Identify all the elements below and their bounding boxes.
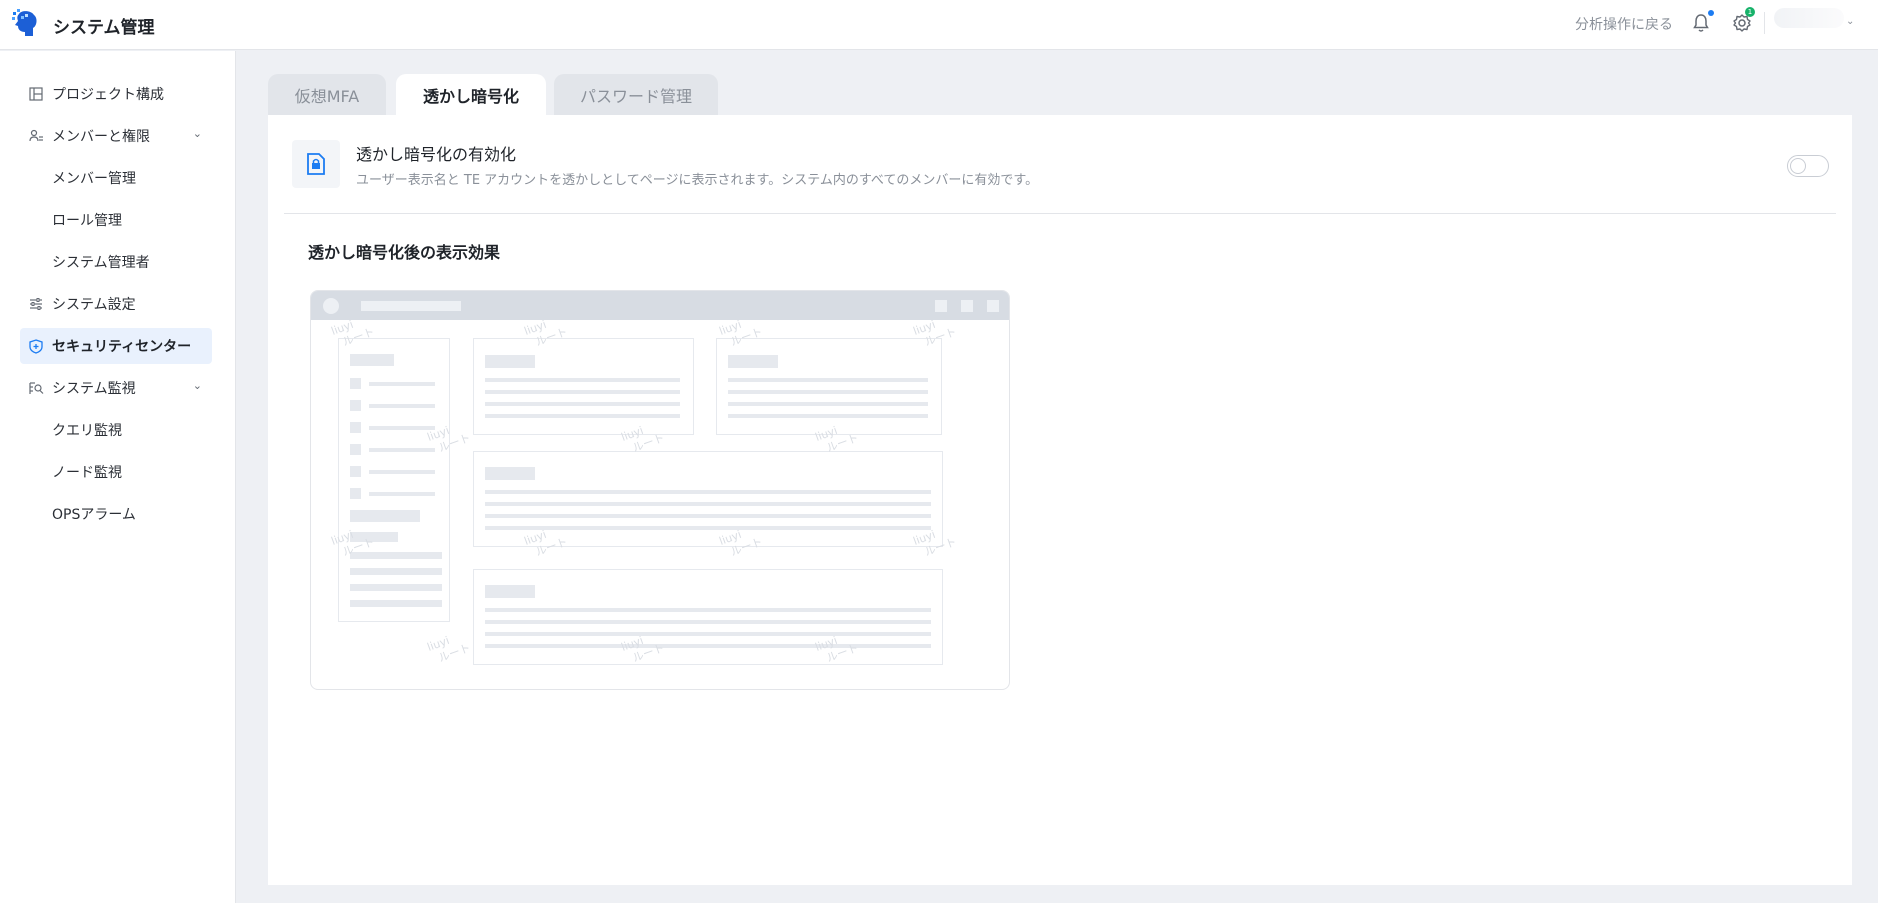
tab-label: 透かし暗号化 xyxy=(422,87,519,106)
sidebar-item-label: システム設定 xyxy=(52,297,136,313)
sidebar-item-label: OPSアラーム xyxy=(52,507,136,523)
layout-icon xyxy=(28,86,44,102)
sidebar: プロジェクト構成 メンバーと権限 ⌄ メンバー管理 ロール管理 システム管理者 … xyxy=(0,51,236,903)
sidebar-item-label: プロジェクト構成 xyxy=(52,87,164,103)
watermark-enable-toggle[interactable] xyxy=(1787,155,1829,177)
sidebar-item-label: ノード監視 xyxy=(52,465,122,481)
settings-badge: 1 xyxy=(1745,7,1755,17)
chevron-down-icon[interactable]: ⌄ xyxy=(193,127,202,140)
monitor-search-icon xyxy=(28,380,44,396)
preview-section-title: 透かし暗号化後の表示効果 xyxy=(308,243,501,262)
sidebar-item-label: メンバー管理 xyxy=(52,171,136,187)
preview-card-mock xyxy=(473,338,694,435)
tab-watermark-encryption[interactable]: 透かし暗号化 xyxy=(396,74,546,116)
sidebar-item-role-management[interactable]: ロール管理 xyxy=(20,202,212,238)
sidebar-item-label: ロール管理 xyxy=(52,213,122,229)
sidebar-item-system-admins[interactable]: システム管理者 xyxy=(20,244,212,280)
chevron-down-icon[interactable]: ⌄ xyxy=(1846,16,1854,27)
top-header: システム管理 分析操作に戻る 1 ⌄ xyxy=(0,0,1878,50)
back-to-analysis-link[interactable]: 分析操作に戻る xyxy=(1575,14,1673,34)
tab-virtual-mfa[interactable]: 仮想MFA xyxy=(268,74,386,116)
preview-card-mock xyxy=(716,338,942,435)
sidebar-item-label: システム監視 xyxy=(52,381,136,397)
sidebar-item-system-settings[interactable]: システム設定 xyxy=(20,286,212,322)
sidebar-item-ops-alarm[interactable]: OPSアラーム xyxy=(20,496,212,532)
preview-urlbar xyxy=(361,301,461,311)
header-divider xyxy=(1764,12,1765,34)
sidebar-item-label: システム管理者 xyxy=(52,255,150,271)
watermark-enable-title: 透かし暗号化の有効化 xyxy=(356,145,517,164)
toggle-knob xyxy=(1790,158,1806,174)
sidebar-item-query-monitoring[interactable]: クエリ監視 xyxy=(20,412,212,448)
sidebar-item-system-monitoring[interactable]: システム監視 ⌄ xyxy=(20,370,212,406)
preview-window-bar xyxy=(311,291,1009,320)
users-icon xyxy=(28,128,44,144)
preview-card-mock xyxy=(473,569,943,665)
preview-dot xyxy=(323,298,339,314)
shield-icon xyxy=(28,338,44,354)
sidebar-item-node-monitoring[interactable]: ノード監視 xyxy=(20,454,212,490)
sidebar-item-member-management[interactable]: メンバー管理 xyxy=(20,160,212,196)
preview-window-button xyxy=(987,300,999,312)
sidebar-item-members-permissions[interactable]: メンバーと権限 ⌄ xyxy=(20,118,212,154)
content-card: 透かし暗号化の有効化 ユーザー表示名と TE アカウントを透かしとしてページに表… xyxy=(268,115,1852,885)
app-title: システム管理 xyxy=(53,18,155,38)
section-divider xyxy=(284,213,1836,214)
sliders-icon xyxy=(28,296,44,312)
lock-document-icon xyxy=(292,140,340,188)
tab-label: パスワード管理 xyxy=(579,87,692,106)
preview-window-button xyxy=(935,300,947,312)
sidebar-item-project-config[interactable]: プロジェクト構成 xyxy=(20,76,212,112)
sidebar-item-label: セキュリティセンター xyxy=(52,339,192,355)
watermark-text: liuyi ルート xyxy=(425,633,473,665)
watermark-preview-image: liuyi ルート liuyi ルート liuyi ルート liuyi ルート … xyxy=(310,290,1010,690)
user-avatar[interactable] xyxy=(1774,8,1844,28)
notification-dot xyxy=(1708,10,1714,16)
chevron-down-icon[interactable]: ⌄ xyxy=(193,379,202,392)
tab-label: 仮想MFA xyxy=(294,87,360,106)
preview-sidebar-mock xyxy=(338,338,450,622)
sidebar-item-label: クエリ監視 xyxy=(52,423,122,439)
sidebar-item-label: メンバーと権限 xyxy=(52,129,150,145)
tab-password-management[interactable]: パスワード管理 xyxy=(554,74,718,116)
preview-window-button xyxy=(961,300,973,312)
brain-logo-icon[interactable] xyxy=(11,8,39,38)
watermark-enable-description: ユーザー表示名と TE アカウントを透かしとしてページに表示されます。システム内… xyxy=(356,173,1039,188)
sidebar-item-security-center[interactable]: セキュリティセンター xyxy=(20,328,212,364)
